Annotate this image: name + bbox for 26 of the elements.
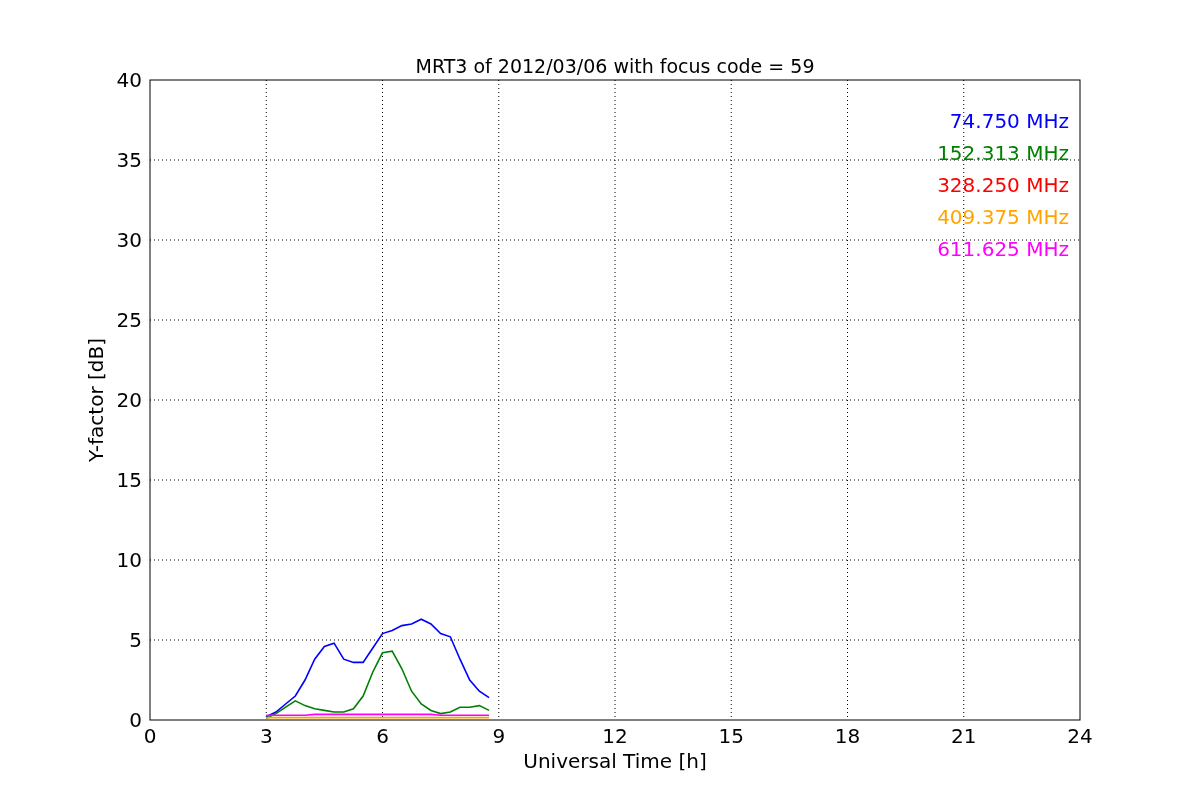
legend-label: 611.625 MHz	[937, 237, 1069, 261]
y-tick-label: 20	[116, 388, 142, 412]
x-tick-label: 6	[376, 724, 389, 748]
y-tick-label: 30	[116, 228, 142, 252]
y-tick-label: 25	[116, 308, 142, 332]
x-axis-label: Universal Time [h]	[523, 749, 707, 773]
chart-title: MRT3 of 2012/03/06 with focus code = 59	[415, 55, 815, 77]
legend-label: 74.750 MHz	[949, 109, 1069, 133]
legend-label: 328.250 MHz	[937, 173, 1069, 197]
x-tick-label: 9	[492, 724, 506, 748]
y-axis-label: Y-factor [dB]	[84, 338, 108, 462]
y-tick-label: 15	[116, 468, 142, 492]
y-tick-label: 40	[116, 68, 142, 92]
x-tick-label: 15	[718, 724, 744, 748]
y-tick-label: 35	[116, 148, 142, 172]
legend-label: 152.313 MHz	[937, 141, 1069, 165]
x-tick-label: 12	[602, 724, 628, 748]
x-tick-label: 3	[259, 724, 273, 748]
x-tick-label: 18	[834, 724, 861, 748]
x-tick-label: 0	[143, 724, 157, 748]
legend-label: 409.375 MHz	[937, 205, 1069, 229]
y-tick-label: 10	[116, 548, 142, 572]
x-tick-label: 21	[951, 724, 977, 748]
y-tick-label: 5	[129, 628, 142, 652]
y-tick-label: 0	[129, 708, 142, 732]
x-tick-label: 24	[1067, 724, 1093, 748]
